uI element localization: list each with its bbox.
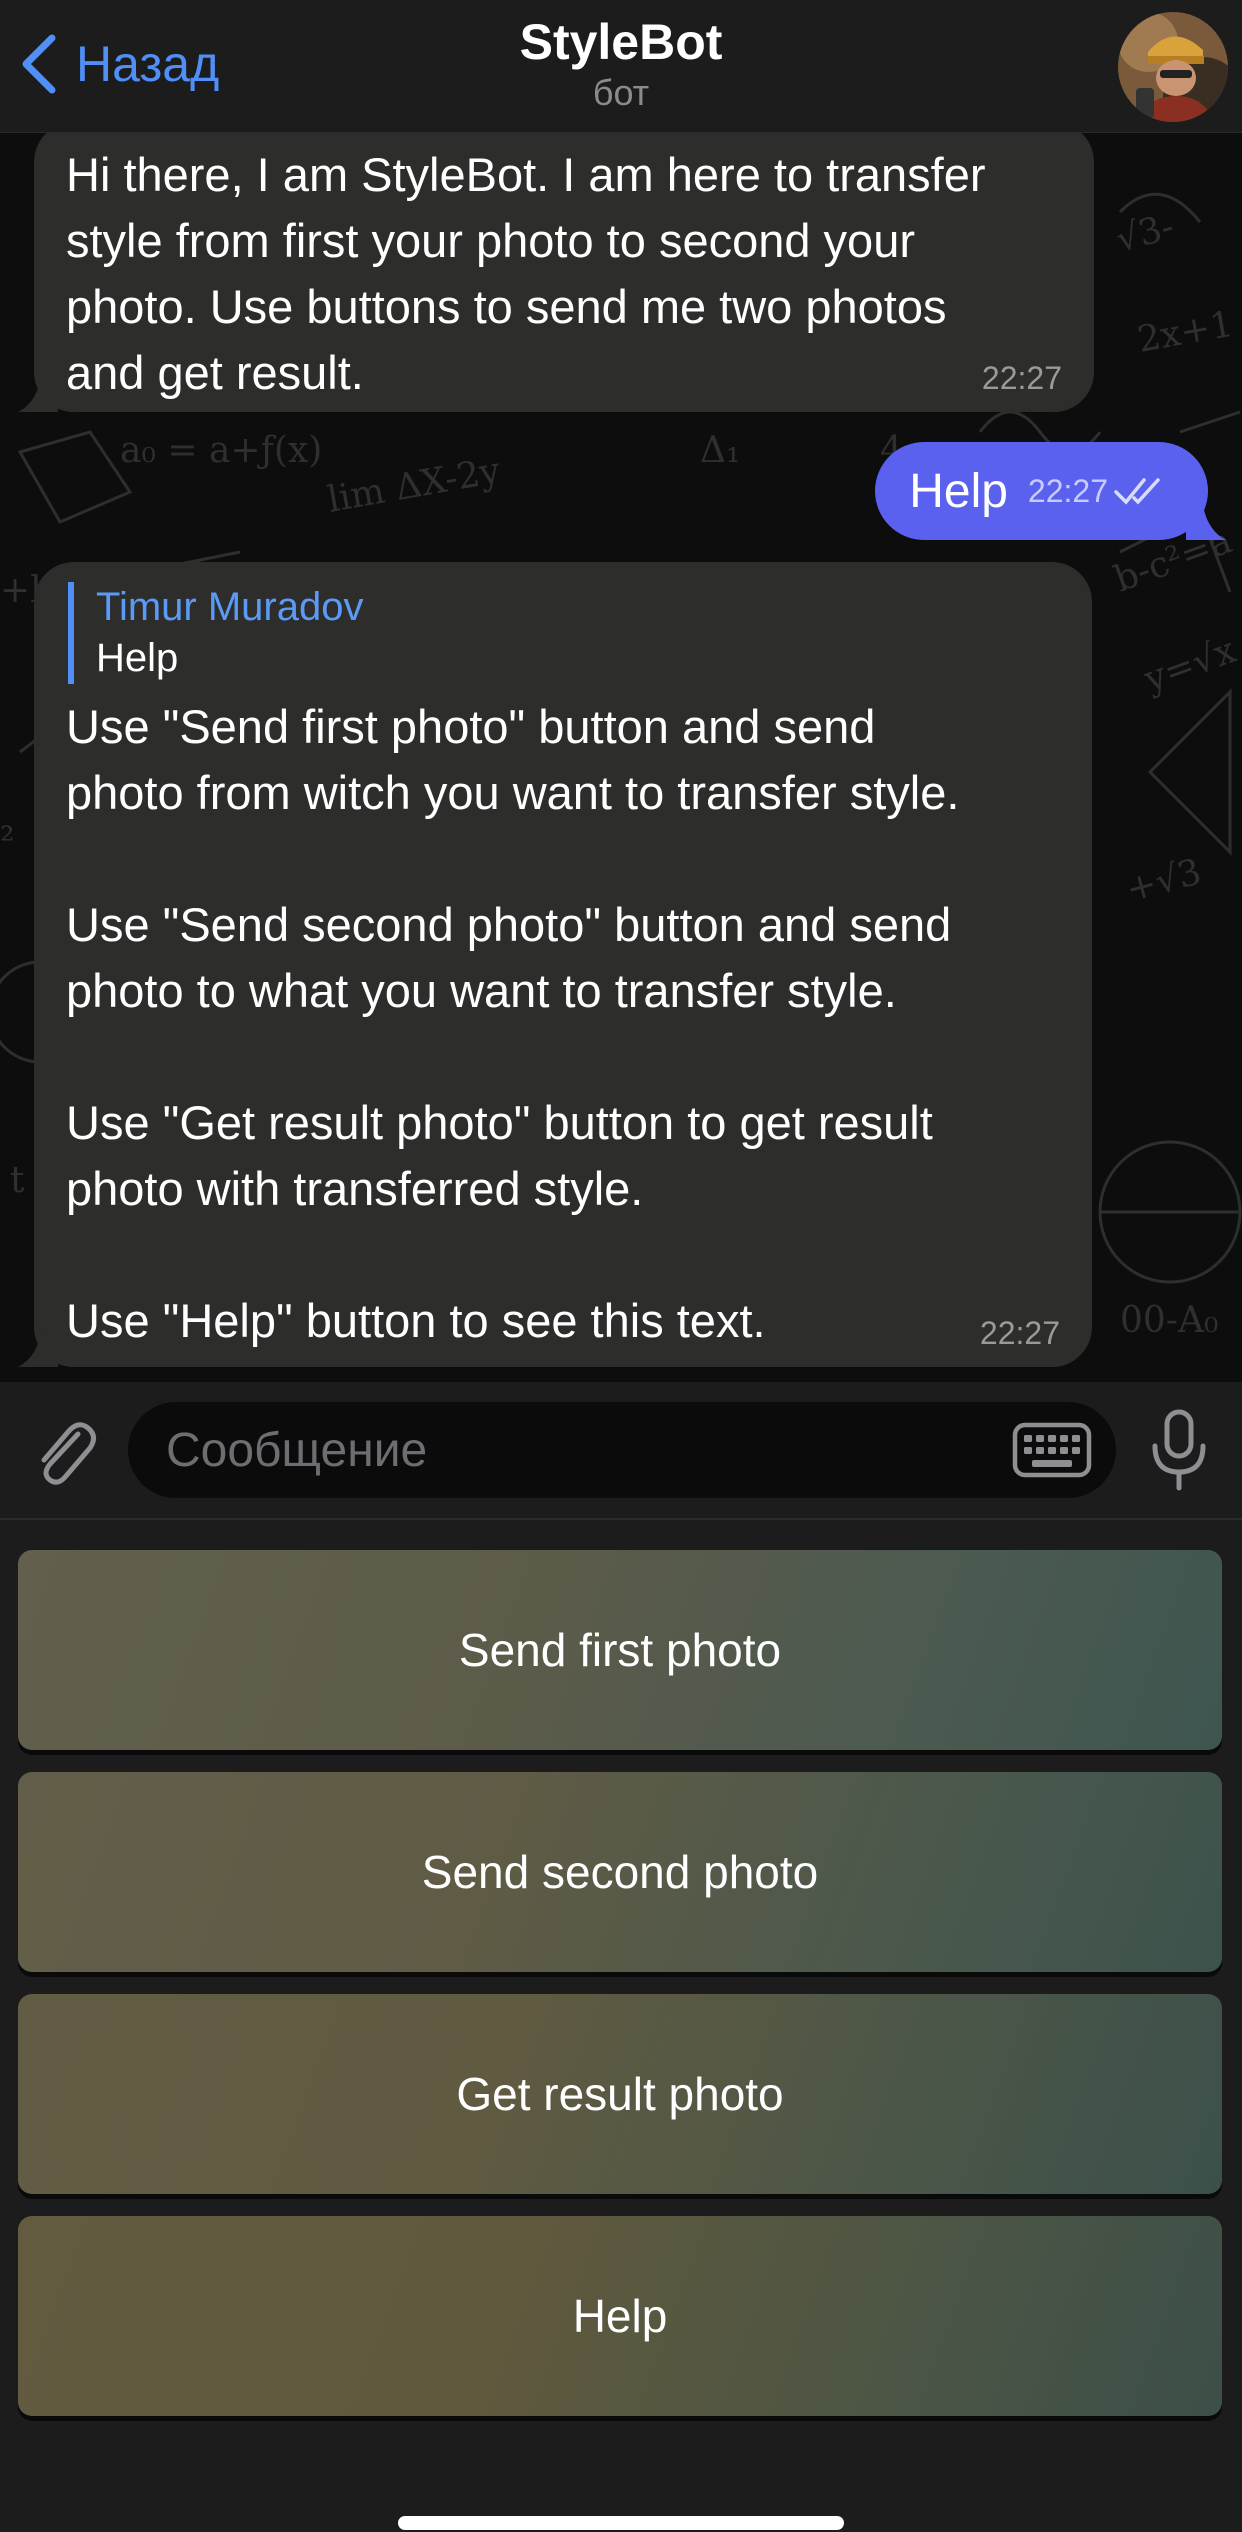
bubble-tail [1186, 500, 1226, 540]
keyboard-icon[interactable] [1012, 1422, 1092, 1478]
bubble-tail [18, 372, 58, 412]
chat-area[interactable]: √3- 2x+1 a₀ = a+ƒ(x) Δ₁ lim ΔX-2y 4 b-c²… [0, 132, 1242, 1382]
svg-text:t: t [10, 1160, 25, 1201]
message-time: 22:27 [979, 1315, 1060, 1351]
incoming-message[interactable]: Hi there, I am StyleBot. I am here to tr… [18, 132, 1094, 412]
message-time: 22:27 [981, 360, 1062, 396]
send-first-photo-button[interactable]: Send first photo [18, 1550, 1222, 1750]
incoming-message[interactable]: Timur Muradov Help Use "Send first photo… [18, 562, 1092, 1367]
message-time: 22:27 [1027, 472, 1108, 509]
chat-header: Назад StyleBot бот [0, 0, 1242, 133]
chevron-left-icon [22, 34, 56, 94]
microphone-icon[interactable] [1148, 1408, 1210, 1492]
send-second-photo-button[interactable]: Send second photo [18, 1772, 1222, 1972]
message-text: Help [909, 464, 1008, 518]
help-button[interactable]: Help [18, 2216, 1222, 2416]
svg-text:a₀ = a+ƒ(x): a₀ = a+ƒ(x) [120, 430, 322, 471]
reply-quote[interactable]: Timur Muradov Help [68, 582, 1062, 684]
outgoing-message[interactable]: Help 22:27 [875, 442, 1226, 540]
back-label: Назад [76, 36, 220, 92]
composer-bar [0, 1382, 1242, 1520]
reply-author: Timur Muradov [96, 585, 364, 629]
bubble-tail [18, 1327, 58, 1367]
svg-text:²: ² [0, 820, 14, 861]
get-result-photo-button[interactable]: Get result photo [18, 1994, 1222, 2194]
bot-keyboard: Send first photo Send second photo Get r… [0, 1520, 1242, 2532]
svg-text:00-A₀: 00-A₀ [1120, 1300, 1218, 1341]
message-text: Use "Send first photo" button and send p… [66, 700, 960, 1347]
message-input[interactable] [128, 1402, 1116, 1498]
back-button[interactable]: Назад [18, 24, 219, 104]
double-check-icon [1114, 478, 1160, 505]
reply-text: Help [96, 636, 179, 680]
bot-avatar[interactable] [1118, 12, 1228, 122]
paperclip-icon[interactable] [26, 1414, 100, 1488]
home-indicator[interactable] [398, 2516, 844, 2530]
message-text: Hi there, I am StyleBot. I am here to tr… [66, 148, 986, 399]
svg-text:Δ₁: Δ₁ [700, 430, 740, 471]
